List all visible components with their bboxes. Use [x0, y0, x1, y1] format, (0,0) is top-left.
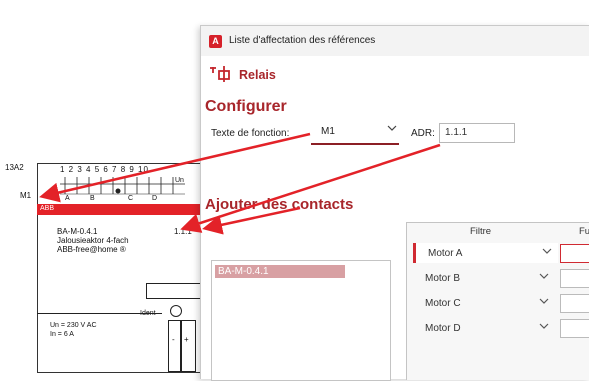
annotation-arrows [39, 132, 441, 235]
arrow-reference [202, 206, 301, 235]
arrow-function-text [39, 132, 311, 203]
arrow-address [180, 143, 441, 233]
